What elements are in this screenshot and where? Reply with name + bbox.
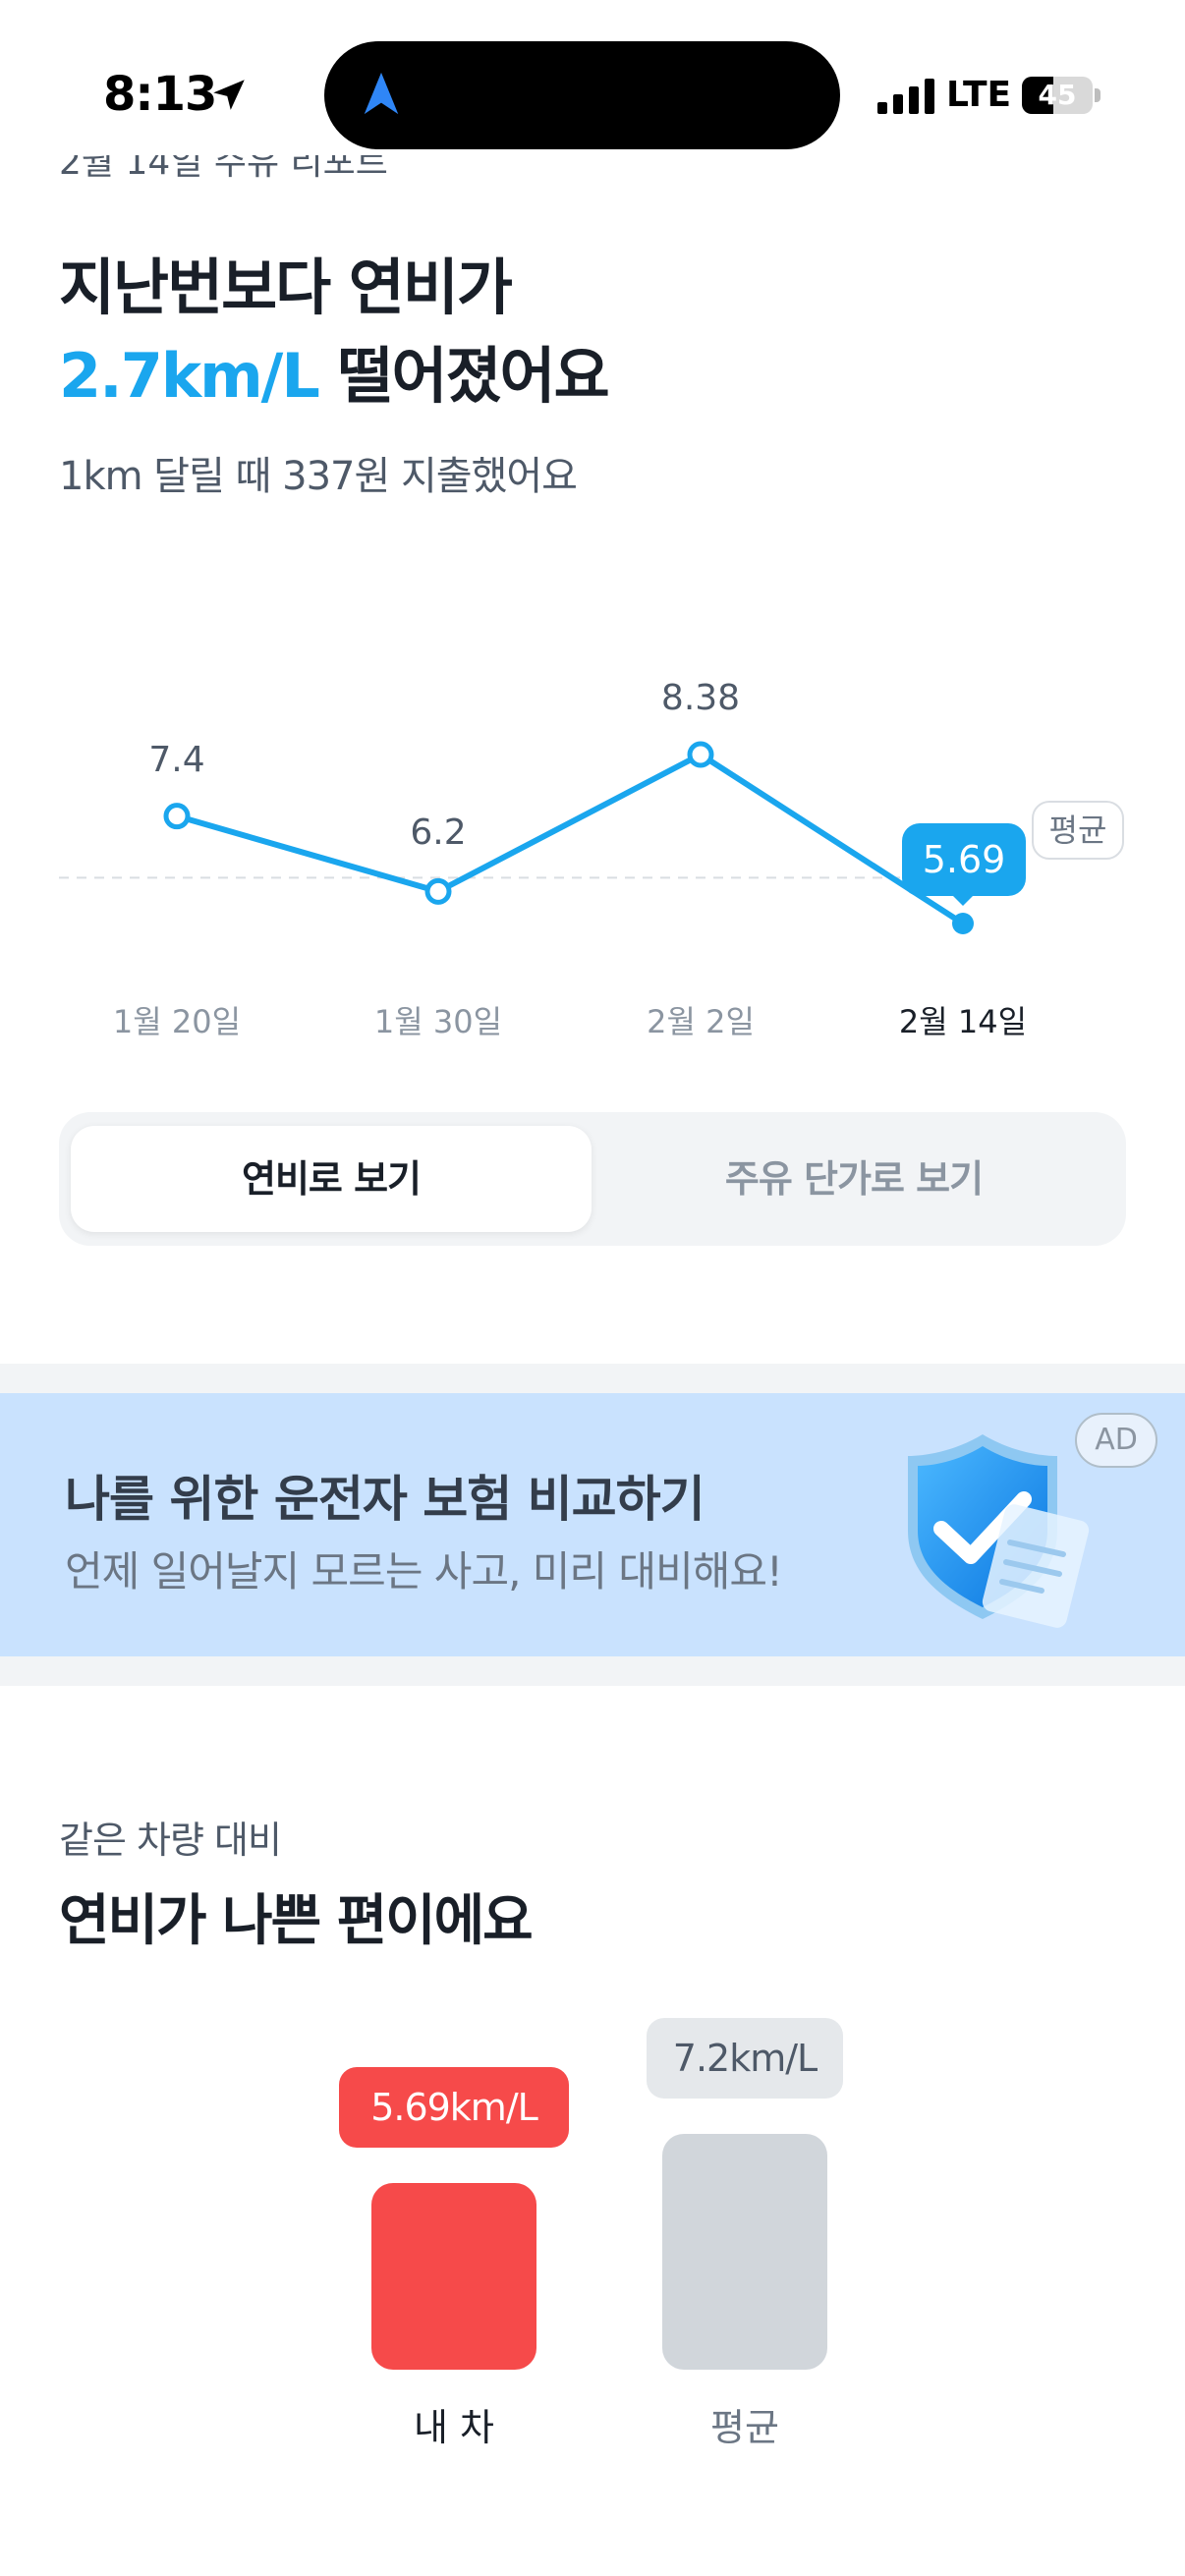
report-title-dropdown[interactable]: 2월 14일 주유 리포트 ˅	[59, 155, 501, 195]
status-time: 8:13	[103, 67, 217, 122]
cellular-signal-icon	[877, 79, 934, 114]
section-divider	[0, 1656, 1185, 1686]
x-axis-label: 1월 20일	[112, 1003, 242, 1040]
battery-level: 45	[1038, 79, 1077, 111]
ad-description: 언제 일어날지 모르는 사고, 미리 대비해요!	[65, 1547, 783, 1596]
cost-per-km-text: 1km 달릴 때 337원 지출했어요	[59, 454, 578, 499]
bubble-tail	[949, 892, 977, 906]
headline-line2: 2.7km/L 떨어졌어요	[59, 332, 610, 420]
segment-fuel-efficiency[interactable]: 연비로 보기	[71, 1126, 592, 1232]
bar-category-label: 내 차	[414, 2406, 494, 2449]
bar-value-label: 5.69km/L	[339, 2067, 569, 2148]
view-mode-segmented-control: 연비로 보기 주유 단가로 보기	[59, 1112, 1126, 1246]
current-value-bubble: 5.69	[902, 823, 1026, 896]
data-value-label: 8.38	[660, 678, 741, 718]
headline-accent-value: 2.7km/L	[59, 340, 320, 412]
battery-tip	[1095, 88, 1100, 102]
ad-badge: AD	[1075, 1413, 1157, 1468]
network-type: LTE	[946, 75, 1012, 115]
page-headline: 지난번보다 연비가 2.7km/L 떨어졌어요	[59, 244, 610, 420]
bar-category-label: 평균	[710, 2406, 779, 2449]
report-title-text: 2월 14일 주유 리포트 ˅	[59, 155, 418, 183]
x-axis-label: 1월 30일	[373, 1003, 503, 1040]
x-axis-label: 2월 2일	[647, 1003, 755, 1040]
dynamic-island	[324, 41, 840, 149]
data-point[interactable]	[163, 803, 191, 830]
battery-icon: 45	[1022, 77, 1093, 114]
data-point[interactable]	[952, 913, 974, 934]
comparison-title: 연비가 나쁜 편이에요	[59, 1889, 534, 1953]
section-divider	[0, 1364, 1185, 1393]
status-bar: 8:13 LTE 45	[0, 0, 1185, 157]
data-point[interactable]	[424, 877, 452, 905]
data-point[interactable]	[687, 741, 714, 768]
headline-line1: 지난번보다 연비가	[59, 252, 513, 323]
data-value-label: 6.2	[410, 812, 467, 854]
x-axis-label: 2월 14일	[898, 1003, 1028, 1040]
navigation-arrow-icon	[364, 72, 399, 115]
bar-value-label: 7.2km/L	[647, 2018, 843, 2099]
data-value-label: 7.4	[148, 739, 205, 780]
average-line-label: 평균	[1032, 801, 1124, 860]
bar-my-car	[371, 2183, 536, 2370]
ad-title: 나를 위한 운전자 보험 비교하기	[65, 1471, 705, 1528]
series-line	[176, 752, 965, 926]
location-arrow-icon	[213, 80, 245, 110]
comparison-eyebrow: 같은 차량 대비	[59, 1819, 282, 1862]
segment-fuel-price[interactable]: 주유 단가로 보기	[593, 1126, 1114, 1232]
headline-suffix: 떨어졌어요	[317, 340, 609, 412]
bar-average	[662, 2134, 827, 2370]
